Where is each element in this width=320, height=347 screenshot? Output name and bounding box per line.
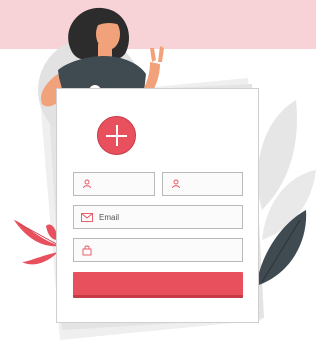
user-icon — [80, 177, 94, 191]
add-user-button[interactable] — [97, 116, 136, 155]
password-field[interactable] — [73, 238, 243, 262]
submit-button[interactable] — [73, 272, 243, 298]
lock-icon — [80, 243, 94, 257]
last-name-field[interactable] — [162, 172, 243, 196]
first-name-field[interactable] — [73, 172, 155, 196]
email-placeholder: Email — [99, 212, 120, 222]
envelope-icon — [80, 210, 94, 224]
user-icon — [169, 177, 183, 191]
email-field[interactable]: Email — [73, 205, 243, 229]
